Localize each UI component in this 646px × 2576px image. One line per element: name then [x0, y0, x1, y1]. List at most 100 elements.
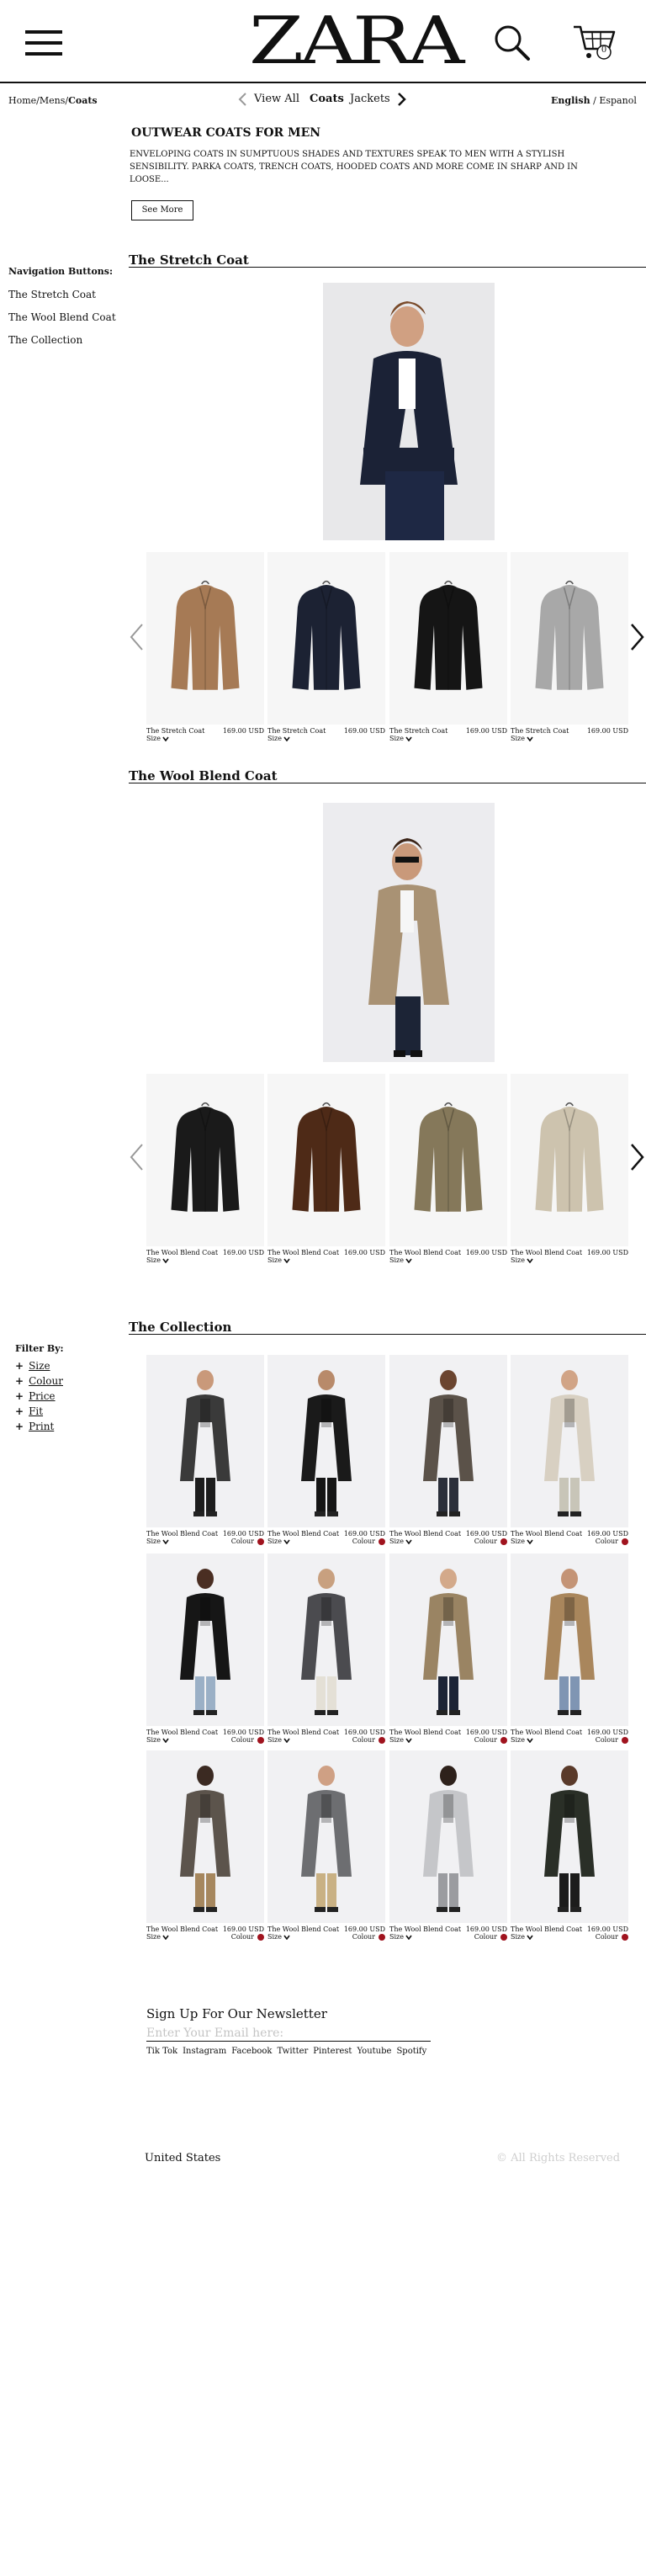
product-image[interactable]	[267, 552, 385, 725]
social-link-tik-tok[interactable]: Tik Tok	[146, 2047, 177, 2056]
search-icon[interactable]	[493, 24, 532, 62]
size-select[interactable]: Size	[267, 735, 290, 743]
collection-card[interactable]: The Wool Blend Coat 169.00 USD Size Colour	[267, 1750, 385, 1944]
collection-image[interactable]	[146, 1750, 264, 1923]
breadcrumb-home[interactable]: Home	[8, 95, 36, 106]
colour-select[interactable]: Colour	[474, 1538, 507, 1546]
product-image[interactable]	[146, 552, 264, 725]
product-image[interactable]	[389, 1074, 507, 1246]
colour-select[interactable]: Colour	[231, 1736, 264, 1745]
collection-card[interactable]: The Wool Blend Coat 169.00 USD Size Colour	[146, 1750, 264, 1944]
size-select[interactable]: Size	[267, 1256, 290, 1265]
product-card[interactable]: The Stretch Coat 169.00 USD Size	[267, 552, 385, 754]
size-select[interactable]: Size	[146, 1256, 169, 1265]
size-select[interactable]: Size	[511, 735, 533, 743]
collection-card[interactable]: The Wool Blend Coat 169.00 USD Size Colour	[511, 1355, 628, 1548]
product-card[interactable]: The Wool Blend Coat 169.00 USD Size	[267, 1074, 385, 1276]
collection-image[interactable]	[267, 1355, 385, 1527]
collection-card[interactable]: The Wool Blend Coat 169.00 USD Size Colour	[389, 1750, 507, 1944]
footer-country[interactable]: United States	[145, 2152, 220, 2164]
colour-select[interactable]: Colour	[352, 1933, 385, 1941]
collection-image[interactable]	[146, 1554, 264, 1726]
filter-fit[interactable]: + Fit	[15, 1405, 43, 1417]
collection-card[interactable]: The Wool Blend Coat 169.00 USD Size Colour	[146, 1355, 264, 1548]
language-espanol[interactable]: Espanol	[599, 95, 637, 106]
size-select[interactable]: Size	[267, 1933, 290, 1941]
size-select[interactable]: Size	[511, 1933, 533, 1941]
language-english[interactable]: English	[551, 95, 590, 106]
collection-card[interactable]: The Wool Blend Coat 169.00 USD Size Colour	[146, 1554, 264, 1747]
menu-icon[interactable]	[25, 30, 62, 56]
social-link-youtube[interactable]: Youtube	[357, 2047, 391, 2056]
category-prev-icon[interactable]	[237, 93, 247, 106]
colour-select[interactable]: Colour	[596, 1538, 628, 1546]
social-link-pinterest[interactable]: Pinterest	[313, 2047, 352, 2056]
category-next-icon[interactable]	[397, 93, 407, 106]
product-card[interactable]: The Wool Blend Coat 169.00 USD Size	[511, 1074, 628, 1276]
collection-card[interactable]: The Wool Blend Coat 169.00 USD Size Colour	[511, 1750, 628, 1944]
collection-card[interactable]: The Wool Blend Coat 169.00 USD Size Colour	[389, 1355, 507, 1548]
colour-select[interactable]: Colour	[596, 1933, 628, 1941]
collection-card[interactable]: The Wool Blend Coat 169.00 USD Size Colour	[511, 1554, 628, 1747]
collection-image[interactable]	[389, 1750, 507, 1923]
tab-view-all[interactable]: View All	[254, 93, 299, 105]
breadcrumb-mens[interactable]: Mens	[40, 95, 66, 106]
product-card[interactable]: The Stretch Coat 169.00 USD Size	[511, 552, 628, 754]
size-select[interactable]: Size	[389, 1256, 412, 1265]
wool-hero-image[interactable]	[323, 803, 495, 1062]
size-select[interactable]: Size	[146, 1736, 169, 1745]
colour-select[interactable]: Colour	[352, 1538, 385, 1546]
collection-image[interactable]	[511, 1554, 628, 1726]
filter-price[interactable]: + Price	[15, 1390, 56, 1402]
colour-select[interactable]: Colour	[231, 1538, 264, 1546]
collection-image[interactable]	[146, 1355, 264, 1527]
collection-image[interactable]	[511, 1750, 628, 1923]
colour-select[interactable]: Colour	[596, 1736, 628, 1745]
collection-card[interactable]: The Wool Blend Coat 169.00 USD Size Colour	[389, 1554, 507, 1747]
colour-select[interactable]: Colour	[474, 1736, 507, 1745]
filter-size[interactable]: + Size	[15, 1360, 50, 1372]
collection-image[interactable]	[389, 1355, 507, 1527]
social-link-twitter[interactable]: Twitter	[277, 2047, 308, 2056]
sidebar-item-stretch-coat[interactable]: The Stretch Coat	[8, 289, 96, 300]
social-link-instagram[interactable]: Instagram	[183, 2047, 226, 2056]
size-select[interactable]: Size	[389, 1736, 412, 1745]
sidebar-item-wool-blend-coat[interactable]: The Wool Blend Coat	[8, 311, 116, 323]
sidebar-item-collection[interactable]: The Collection	[8, 334, 82, 346]
size-select[interactable]: Size	[389, 735, 412, 743]
colour-select[interactable]: Colour	[231, 1933, 264, 1941]
size-select[interactable]: Size	[389, 1538, 412, 1546]
product-image[interactable]	[511, 1074, 628, 1246]
zara-logo[interactable]: ZARA	[249, 8, 464, 77]
size-select[interactable]: Size	[146, 1933, 169, 1941]
size-select[interactable]: Size	[511, 1736, 533, 1745]
product-image[interactable]	[267, 1074, 385, 1246]
collection-image[interactable]	[267, 1554, 385, 1726]
product-image[interactable]	[511, 552, 628, 725]
collection-image[interactable]	[511, 1355, 628, 1527]
product-image[interactable]	[389, 552, 507, 725]
filter-colour[interactable]: + Colour	[15, 1375, 63, 1387]
size-select[interactable]: Size	[146, 1538, 169, 1546]
tab-jackets[interactable]: Jackets	[350, 93, 390, 105]
stretch-next-arrow-icon[interactable]	[629, 623, 646, 651]
colour-select[interactable]: Colour	[352, 1736, 385, 1745]
size-select[interactable]: Size	[511, 1256, 533, 1265]
size-select[interactable]: Size	[267, 1538, 290, 1546]
wool-prev-arrow-icon[interactable]	[128, 1143, 145, 1171]
stretch-prev-arrow-icon[interactable]	[128, 623, 145, 651]
size-select[interactable]: Size	[267, 1736, 290, 1745]
product-card[interactable]: The Stretch Coat 169.00 USD Size	[389, 552, 507, 754]
collection-card[interactable]: The Wool Blend Coat 169.00 USD Size Colour	[267, 1554, 385, 1747]
size-select[interactable]: Size	[389, 1933, 412, 1941]
newsletter-email-input[interactable]	[146, 2025, 431, 2042]
size-select[interactable]: Size	[146, 735, 169, 743]
wool-next-arrow-icon[interactable]	[629, 1143, 646, 1171]
filter-print[interactable]: + Print	[15, 1421, 54, 1432]
stretch-hero-image[interactable]	[323, 283, 495, 540]
product-card[interactable]: The Stretch Coat 169.00 USD Size	[146, 552, 264, 754]
tab-coats[interactable]: Coats	[310, 93, 344, 105]
see-more-button[interactable]: See More	[131, 200, 193, 220]
product-card[interactable]: The Wool Blend Coat 169.00 USD Size	[146, 1074, 264, 1276]
collection-card[interactable]: The Wool Blend Coat 169.00 USD Size Colour	[267, 1355, 385, 1548]
